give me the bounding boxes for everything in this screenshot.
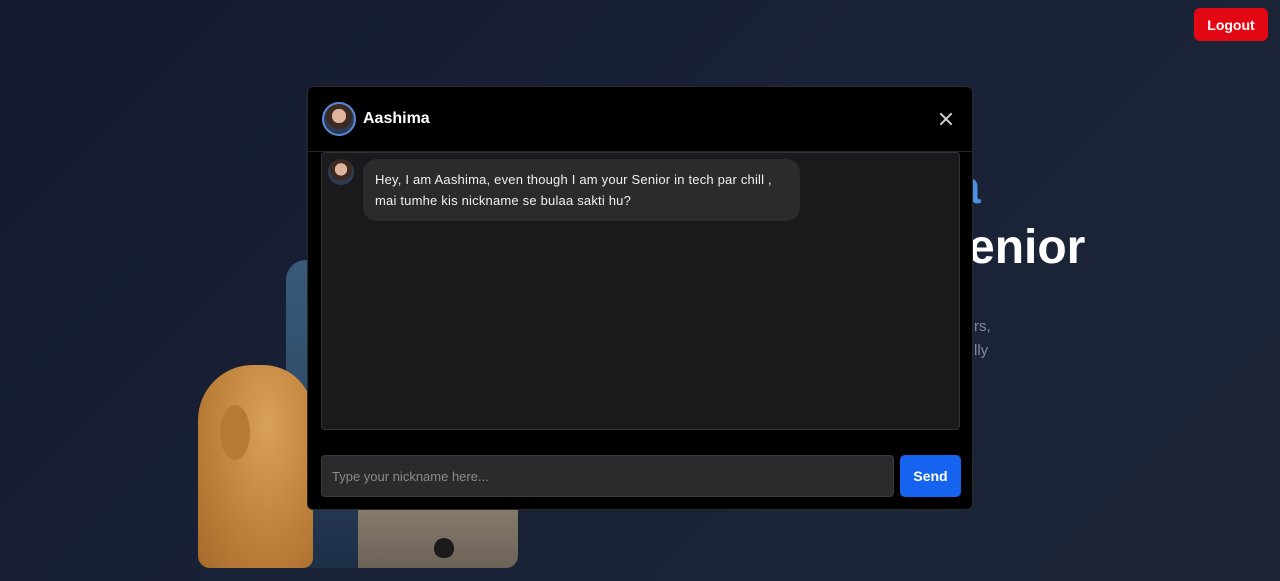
message-bubble: Hey, I am Aashima, even though I am your… — [363, 159, 800, 221]
laptop-logo-icon — [434, 538, 454, 558]
dog-ear — [220, 405, 250, 460]
hero-description-line-2: lly — [974, 342, 989, 359]
hero-heading: enior — [968, 221, 1086, 274]
dog — [198, 365, 313, 568]
message-row: Hey, I am Aashima, even though I am your… — [322, 153, 959, 227]
nickname-input[interactable] — [321, 455, 894, 497]
avatar — [322, 102, 356, 136]
hero-description-line-1: rs, — [974, 318, 991, 335]
message-avatar — [328, 159, 354, 185]
close-icon[interactable] — [934, 107, 958, 131]
chat-input-row: Send — [321, 455, 961, 497]
logout-button[interactable]: Logout — [1194, 8, 1268, 41]
chat-contact-name: Aashima — [363, 110, 430, 127]
chat-modal: Aashima Hey, I am Aashima, even though I… — [307, 86, 973, 510]
send-button[interactable]: Send — [900, 455, 961, 497]
message-list[interactable]: Hey, I am Aashima, even though I am your… — [321, 152, 960, 430]
laptop — [358, 500, 518, 568]
chat-header: Aashima — [308, 87, 972, 152]
